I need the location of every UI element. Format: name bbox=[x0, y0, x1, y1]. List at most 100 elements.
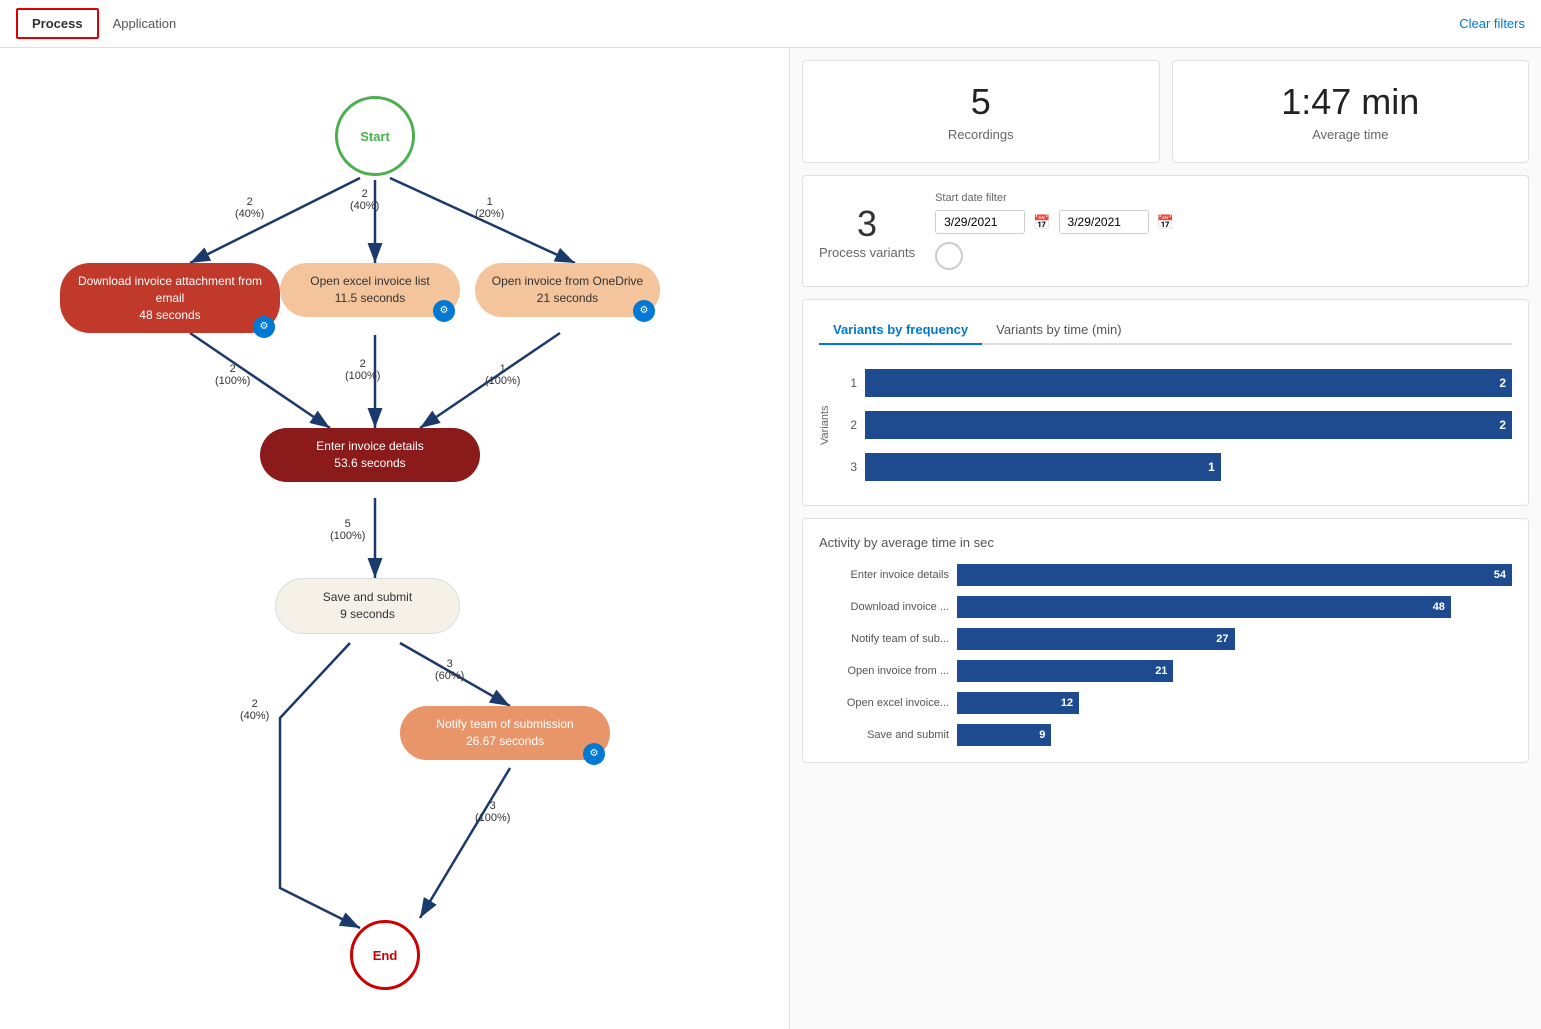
clear-filters-button[interactable]: Clear filters bbox=[1459, 16, 1525, 31]
activity-val-5: 9 bbox=[1039, 729, 1045, 741]
tab-process[interactable]: Process bbox=[16, 8, 99, 39]
activity-bar-4: 12 bbox=[957, 692, 1079, 714]
pv-right: Start date filter 📅 📅 bbox=[935, 192, 1512, 270]
activity-bar-wrap-4: 12 bbox=[957, 692, 1512, 714]
activity-bar-wrap-0: 54 bbox=[957, 564, 1512, 586]
activity-name-0: Enter invoice details bbox=[819, 569, 949, 581]
right-panel: 5 Recordings 1:47 min Average time 3 Pro… bbox=[790, 48, 1541, 1029]
recordings-value: 5 bbox=[823, 81, 1139, 123]
activity-bar-2: 27 bbox=[957, 628, 1235, 650]
date-from-input[interactable] bbox=[935, 210, 1025, 234]
activity-name-4: Open excel invoice... bbox=[819, 697, 949, 709]
node-end[interactable]: End bbox=[350, 920, 420, 990]
process-variants-card: 3 Process variants Start date filter 📅 📅 bbox=[802, 175, 1529, 287]
activity-bar-wrap-1: 48 bbox=[957, 596, 1512, 618]
avg-time-card: 1:47 min Average time bbox=[1172, 60, 1530, 163]
activity-name-2: Notify team of sub... bbox=[819, 633, 949, 645]
pv-left: 3 Process variants bbox=[819, 203, 915, 260]
node-notify[interactable]: Notify team of submission26.67 seconds ⚙ bbox=[400, 706, 610, 760]
edge-label-s-download: 2(40%) bbox=[235, 196, 264, 220]
activity-row-3: Open invoice from ... 21 bbox=[819, 660, 1512, 682]
edge-label-download-enter: 2(100%) bbox=[215, 363, 250, 387]
pv-value: 3 bbox=[819, 203, 915, 245]
bar-wrapper-3: 1 bbox=[865, 453, 1512, 481]
process-panel: Start 2(40%) 2(40%) 1(20%) Download invo… bbox=[0, 48, 790, 1029]
tab-application[interactable]: Application bbox=[99, 10, 191, 37]
bar-fill-2: 2 bbox=[865, 411, 1512, 439]
bar-label-3: 3 bbox=[837, 460, 857, 474]
bar-fill-1: 2 bbox=[865, 369, 1512, 397]
main-layout: Start 2(40%) 2(40%) 1(20%) Download invo… bbox=[0, 48, 1541, 1029]
bar-label-1: 1 bbox=[837, 376, 857, 390]
edge-label-s-onedrive: 1(20%) bbox=[475, 196, 504, 220]
bar-val-1: 2 bbox=[1499, 376, 1506, 390]
node-icon-onedrive: ⚙ bbox=[633, 300, 655, 322]
activity-bar-5: 9 bbox=[957, 724, 1051, 746]
activity-val-1: 48 bbox=[1433, 601, 1445, 613]
bar-row-1: 1 2 bbox=[837, 369, 1512, 397]
activity-bar-wrap-5: 9 bbox=[957, 724, 1512, 746]
activity-row-2: Notify team of sub... 27 bbox=[819, 628, 1512, 650]
edge-label-enter-save: 5(100%) bbox=[330, 518, 365, 542]
node-icon-download: ⚙ bbox=[253, 316, 275, 338]
edge-label-excel-enter: 2(100%) bbox=[345, 358, 380, 382]
calendar-to-icon[interactable]: 📅 bbox=[1157, 214, 1174, 231]
node-icon-excel: ⚙ bbox=[433, 300, 455, 322]
activity-row-1: Download invoice ... 48 bbox=[819, 596, 1512, 618]
node-onedrive[interactable]: Open invoice from OneDrive21 seconds ⚙ bbox=[475, 263, 660, 317]
bar-row-3: 3 1 bbox=[837, 453, 1512, 481]
activity-val-2: 27 bbox=[1216, 633, 1228, 645]
tab-variants-frequency[interactable]: Variants by frequency bbox=[819, 316, 982, 345]
date-inputs: 📅 📅 bbox=[935, 210, 1512, 234]
bar-wrapper-1: 2 bbox=[865, 369, 1512, 397]
y-axis-label: Variants bbox=[819, 361, 831, 489]
node-download[interactable]: Download invoice attachment from email48… bbox=[60, 263, 280, 333]
activity-name-3: Open invoice from ... bbox=[819, 665, 949, 677]
recordings-label: Recordings bbox=[823, 127, 1139, 142]
edge-label-s-excel: 2(40%) bbox=[350, 188, 379, 212]
bar-wrapper-2: 2 bbox=[865, 411, 1512, 439]
bar-label-2: 2 bbox=[837, 418, 857, 432]
date-to-input[interactable] bbox=[1059, 210, 1149, 234]
node-icon-notify: ⚙ bbox=[583, 743, 605, 765]
activity-chart-card: Activity by average time in sec Enter in… bbox=[802, 518, 1529, 763]
activity-val-3: 21 bbox=[1155, 665, 1167, 677]
variants-chart-card: Variants by frequency Variants by time (… bbox=[802, 299, 1529, 506]
activity-bar-3: 21 bbox=[957, 660, 1173, 682]
activity-name-1: Download invoice ... bbox=[819, 601, 949, 613]
bar-val-2: 2 bbox=[1499, 418, 1506, 432]
avg-time-label: Average time bbox=[1193, 127, 1509, 142]
tab-variants-time[interactable]: Variants by time (min) bbox=[982, 316, 1135, 345]
activity-bar-wrap-2: 27 bbox=[957, 628, 1512, 650]
bar-fill-3: 1 bbox=[865, 453, 1221, 481]
calendar-from-icon[interactable]: 📅 bbox=[1033, 214, 1050, 231]
activity-rows: Enter invoice details 54 Download invoic… bbox=[819, 564, 1512, 746]
bar-val-3: 1 bbox=[1208, 460, 1215, 474]
chart-tabs: Variants by frequency Variants by time (… bbox=[819, 316, 1512, 345]
node-excel[interactable]: Open excel invoice list11.5 seconds ⚙ bbox=[280, 263, 460, 317]
activity-row-5: Save and submit 9 bbox=[819, 724, 1512, 746]
activity-bar-0: 54 bbox=[957, 564, 1512, 586]
edge-label-save-notify: 3(60%) bbox=[435, 658, 464, 682]
variants-bar-chart: 1 2 2 2 bbox=[837, 361, 1512, 489]
node-enter[interactable]: Enter invoice details53.6 seconds bbox=[260, 428, 480, 482]
pv-label: Process variants bbox=[819, 245, 915, 260]
activity-val-4: 12 bbox=[1061, 697, 1073, 709]
activity-row-4: Open excel invoice... 12 bbox=[819, 692, 1512, 714]
top-nav: Process Application Clear filters bbox=[0, 0, 1541, 48]
activity-name-5: Save and submit bbox=[819, 729, 949, 741]
recordings-card: 5 Recordings bbox=[802, 60, 1160, 163]
edge-label-notify-end: 3(100%) bbox=[475, 800, 510, 824]
activity-row-0: Enter invoice details 54 bbox=[819, 564, 1512, 586]
activity-bar-1: 48 bbox=[957, 596, 1451, 618]
flow-diagram: Start 2(40%) 2(40%) 1(20%) Download invo… bbox=[20, 68, 770, 1018]
bar-row-2: 2 2 bbox=[837, 411, 1512, 439]
refresh-button[interactable] bbox=[935, 242, 963, 270]
node-start[interactable]: Start bbox=[335, 96, 415, 176]
date-filter-label: Start date filter bbox=[935, 192, 1512, 204]
activity-chart-title: Activity by average time in sec bbox=[819, 535, 1512, 550]
node-save[interactable]: Save and submit9 seconds bbox=[275, 578, 460, 634]
activity-bar-wrap-3: 21 bbox=[957, 660, 1512, 682]
edge-label-onedrive-enter: 1(100%) bbox=[485, 363, 520, 387]
avg-time-value: 1:47 min bbox=[1193, 81, 1509, 123]
